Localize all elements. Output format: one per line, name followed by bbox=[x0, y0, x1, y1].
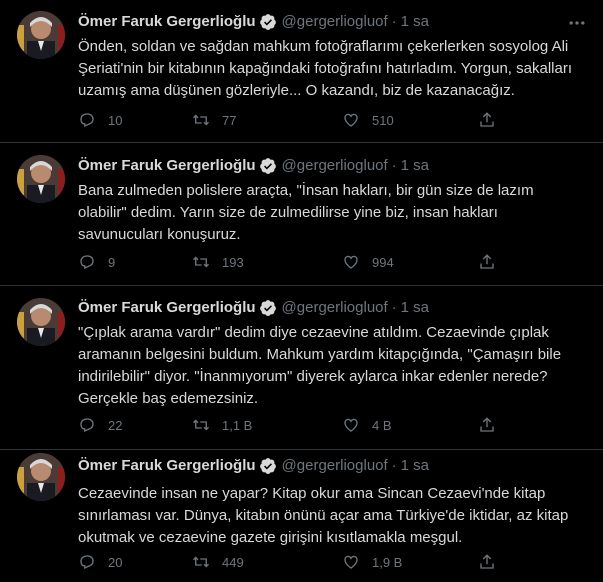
retweet-icon bbox=[193, 556, 209, 568]
tweet[interactable]: Ömer Faruk Gergerlioğlu @gergerliogluof … bbox=[0, 450, 603, 582]
tweet-text: Önden, soldan ve sağdan mahkum fotoğrafl… bbox=[78, 38, 572, 99]
like-button[interactable]: 994 bbox=[342, 251, 394, 273]
like-count: 994 bbox=[372, 254, 394, 270]
separator-dot: · bbox=[391, 13, 397, 30]
reply-button[interactable]: 10 bbox=[78, 109, 122, 131]
tweet[interactable]: Ömer Faruk Gergerlioğlu @gergerliogluof … bbox=[0, 286, 603, 450]
profile-photo-icon bbox=[17, 453, 65, 501]
tweet[interactable]: Ömer Faruk Gergerlioğlu @gergerliogluof … bbox=[0, 0, 603, 143]
tweet-actions: 10 77 510 bbox=[78, 109, 508, 131]
tweet-actions: 20 449 1,9 B bbox=[78, 551, 508, 573]
like-icon bbox=[344, 113, 358, 127]
timestamp[interactable]: 1 sa bbox=[401, 12, 429, 32]
reply-count: 20 bbox=[108, 554, 123, 570]
avatar[interactable] bbox=[17, 453, 65, 501]
author-handle[interactable]: @gergerliogluof bbox=[282, 12, 388, 32]
share-button[interactable] bbox=[478, 251, 496, 273]
tweet[interactable]: Ömer Faruk Gergerlioğlu @gergerliogluof … bbox=[0, 143, 603, 286]
reply-icon bbox=[80, 113, 94, 128]
like-count: 510 bbox=[372, 112, 394, 128]
tweet-actions: 22 1,1 B 4 B bbox=[78, 414, 508, 436]
like-button[interactable]: 510 bbox=[342, 109, 394, 131]
retweet-button[interactable]: 1,1 B bbox=[192, 414, 252, 436]
separator-dot: · bbox=[391, 157, 397, 174]
like-icon bbox=[344, 418, 358, 432]
retweet-button[interactable]: 77 bbox=[192, 109, 236, 131]
author-name[interactable]: Ömer Faruk Gergerlioğlu bbox=[78, 456, 256, 476]
profile-photo-icon bbox=[17, 155, 65, 203]
retweet-icon bbox=[193, 114, 209, 126]
author-name[interactable]: Ömer Faruk Gergerlioğlu bbox=[78, 298, 256, 318]
share-icon bbox=[480, 554, 494, 569]
retweet-icon bbox=[193, 419, 209, 431]
retweet-count: 449 bbox=[222, 554, 244, 570]
reply-button[interactable]: 20 bbox=[78, 551, 122, 573]
retweet-count: 77 bbox=[222, 112, 237, 128]
author-handle[interactable]: @gergerliogluof bbox=[282, 156, 388, 176]
avatar[interactable] bbox=[17, 298, 65, 346]
reply-count: 10 bbox=[108, 112, 123, 128]
timestamp[interactable]: 1 sa bbox=[401, 456, 429, 476]
tweet-text: Bana zulmeden polislere araçta, "İnsan h… bbox=[78, 182, 534, 243]
share-button[interactable] bbox=[478, 551, 496, 573]
tweet-header: Ömer Faruk Gergerlioğlu @gergerliogluof … bbox=[78, 298, 429, 318]
tweet-header: Ömer Faruk Gergerlioğlu @gergerliogluof … bbox=[78, 12, 429, 32]
reply-count: 9 bbox=[108, 254, 116, 270]
like-icon bbox=[344, 555, 358, 569]
tweet-feed: Ömer Faruk Gergerlioğlu @gergerliogluof … bbox=[0, 0, 603, 582]
reply-icon bbox=[80, 418, 94, 433]
tweet-actions: 9 193 994 bbox=[78, 251, 508, 273]
reply-button[interactable]: 22 bbox=[78, 414, 122, 436]
retweet-icon bbox=[193, 256, 209, 268]
share-icon bbox=[480, 254, 494, 269]
tweet-header: Ömer Faruk Gergerlioğlu @gergerliogluof … bbox=[78, 156, 429, 176]
verified-icon bbox=[259, 458, 276, 474]
like-count: 1,9 B bbox=[372, 554, 403, 570]
share-icon bbox=[480, 112, 494, 127]
share-button[interactable] bbox=[478, 109, 496, 131]
like-button[interactable]: 1,9 B bbox=[342, 551, 402, 573]
retweet-button[interactable]: 193 bbox=[192, 251, 244, 273]
timestamp[interactable]: 1 sa bbox=[401, 156, 429, 176]
like-button[interactable]: 4 B bbox=[342, 414, 392, 436]
timestamp[interactable]: 1 sa bbox=[401, 298, 429, 318]
tweet-text: "Çıplak arama vardır" dedim diye cezaevi… bbox=[78, 324, 562, 407]
avatar[interactable] bbox=[17, 11, 65, 59]
separator-dot: · bbox=[391, 299, 397, 316]
author-handle[interactable]: @gergerliogluof bbox=[282, 298, 388, 318]
share-icon bbox=[480, 417, 494, 432]
verified-icon bbox=[259, 158, 276, 174]
profile-photo-icon bbox=[17, 298, 65, 346]
retweet-count: 193 bbox=[222, 254, 244, 270]
reply-icon bbox=[80, 255, 94, 270]
verified-icon bbox=[259, 14, 276, 30]
tweet-text: Cezaevinde insan ne yapar? Kitap okur am… bbox=[78, 485, 569, 546]
more-icon[interactable] bbox=[567, 13, 587, 33]
profile-photo-icon bbox=[17, 11, 65, 59]
avatar[interactable] bbox=[17, 155, 65, 203]
like-icon bbox=[344, 255, 358, 269]
author-name[interactable]: Ömer Faruk Gergerlioğlu bbox=[78, 156, 256, 176]
author-handle[interactable]: @gergerliogluof bbox=[282, 456, 388, 476]
tweet-header: Ömer Faruk Gergerlioğlu @gergerliogluof … bbox=[78, 456, 429, 476]
reply-count: 22 bbox=[108, 417, 123, 433]
separator-dot: · bbox=[391, 457, 397, 474]
share-button[interactable] bbox=[478, 414, 496, 436]
verified-icon bbox=[259, 300, 276, 316]
retweet-button[interactable]: 449 bbox=[192, 551, 244, 573]
like-count: 4 B bbox=[372, 417, 392, 433]
author-name[interactable]: Ömer Faruk Gergerlioğlu bbox=[78, 12, 256, 32]
reply-button[interactable]: 9 bbox=[78, 251, 115, 273]
retweet-count: 1,1 B bbox=[222, 417, 253, 433]
reply-icon bbox=[80, 555, 94, 570]
